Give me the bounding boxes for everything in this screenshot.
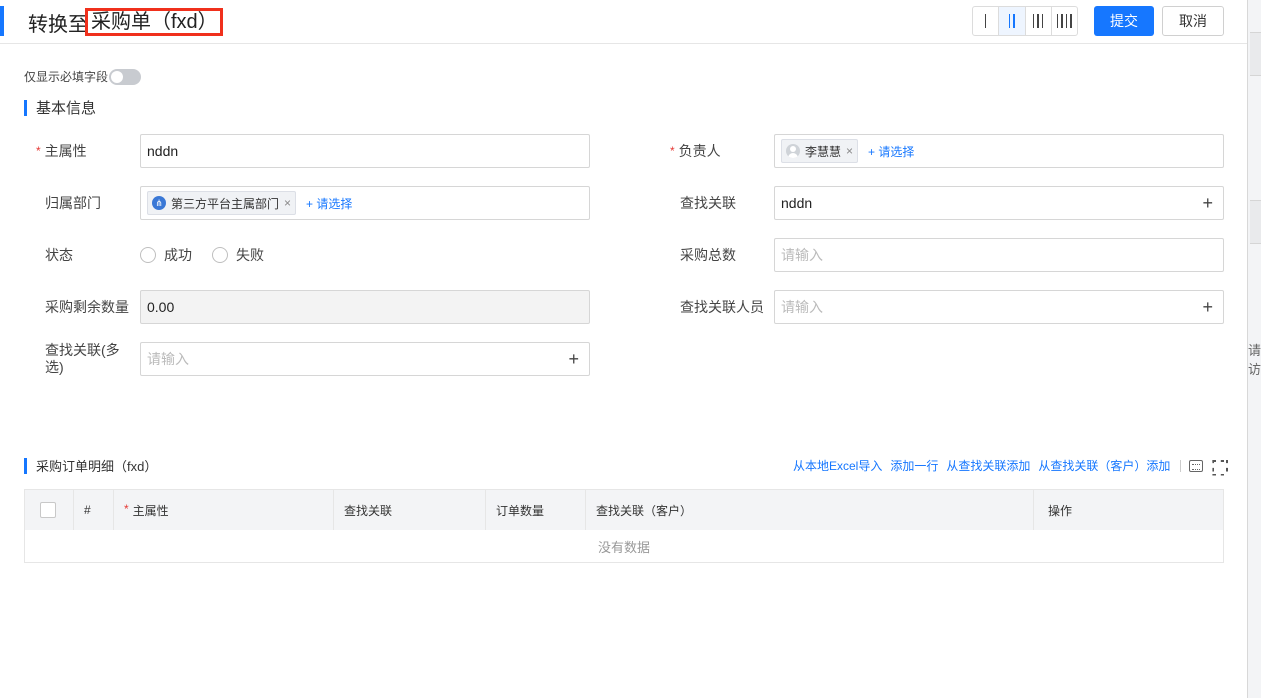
four-column-icon xyxy=(1056,14,1072,28)
basic-info-title-text: 基本信息 xyxy=(36,100,97,117)
dialog-header: 转换至 采购单（fxd） 提交 取消 xyxy=(0,0,1247,44)
title-highlight: 采购单（fxd） xyxy=(85,8,223,36)
select-all-cell xyxy=(25,490,73,530)
detail-table: # * 主属性 查找关联 订单数量 查找关联（客户） 操作 没有数据 xyxy=(24,489,1224,563)
status-fail-label[interactable]: 失败 xyxy=(236,245,264,265)
background-block xyxy=(1250,200,1261,244)
layout-1-column-button[interactable] xyxy=(973,7,1000,35)
background-text: 请访 xyxy=(1248,343,1261,377)
section-accent-bar xyxy=(24,457,27,474)
column-header-customer-lookup: 查找关联（客户） xyxy=(585,490,1033,530)
remaining-label: 采购剩余数量 xyxy=(45,299,129,315)
dept-select-link[interactable]: + 请选择 xyxy=(306,195,352,212)
column-header-main-attr: * 主属性 xyxy=(113,490,333,530)
required-only-toggle-row: 仅显示必填字段 xyxy=(24,68,142,85)
dept-label: 归属部门 xyxy=(45,195,101,211)
owner-tag-text: 李慧慧 xyxy=(805,144,842,159)
layout-switcher xyxy=(972,6,1078,36)
layout-3-column-button[interactable] xyxy=(1026,7,1052,35)
lookup-multi-label-line2: 选) xyxy=(45,359,64,375)
lookup-value: nddn xyxy=(781,195,813,211)
status-success-radio[interactable] xyxy=(140,247,156,263)
lookup-multi-label-line1: 查找关联(多 xyxy=(45,342,120,358)
one-column-icon xyxy=(984,14,987,28)
add-from-lookup-link[interactable]: 从查找关联添加 xyxy=(946,457,1030,474)
remove-tag-icon[interactable]: × xyxy=(846,144,853,158)
status-fail-radio[interactable] xyxy=(212,247,228,263)
lookup-multi-field[interactable]: 请输入 + xyxy=(140,342,590,376)
lookup-multi-label: 查找关联(多 选) xyxy=(45,342,120,376)
layout-2-column-button[interactable] xyxy=(999,7,1026,35)
owner-select-link[interactable]: + 请选择 xyxy=(868,143,914,160)
plus-icon[interactable]: + xyxy=(568,350,579,368)
detail-title-text: 采购订单明细（fxd） xyxy=(36,459,158,474)
owner-tag: 李慧慧 × xyxy=(781,139,859,163)
column-header-lookup: 查找关联 xyxy=(333,490,485,530)
owner-field[interactable]: 李慧慧 × + 请选择 xyxy=(774,134,1224,168)
plus-icon[interactable]: + xyxy=(1202,298,1213,316)
lookup-person-placeholder: 请输入 xyxy=(781,299,823,315)
empty-state: 没有数据 xyxy=(597,539,650,555)
owner-label-text: 负责人 xyxy=(678,143,721,159)
basic-info-section-title: 基本信息 xyxy=(24,97,96,118)
section-accent-bar xyxy=(24,99,27,116)
purchase-total-input[interactable]: 请输入 xyxy=(774,238,1224,272)
main-attr-label: * 主属性 xyxy=(36,142,87,161)
remaining-input: 0.00 xyxy=(140,290,590,324)
purchase-total-label: 采购总数 xyxy=(680,247,736,263)
main-attr-value: nddn xyxy=(147,143,179,159)
required-only-switch[interactable] xyxy=(109,68,142,85)
status-radio-group: 成功 失败 xyxy=(140,245,264,265)
add-from-customer-lookup-link[interactable]: 从查找关联（客户）添加 xyxy=(1038,457,1170,474)
remove-tag-icon[interactable]: × xyxy=(284,196,291,210)
fullscreen-icon[interactable] xyxy=(1211,460,1225,472)
two-column-icon xyxy=(1008,14,1015,28)
lookup-field[interactable]: nddn + xyxy=(774,186,1224,220)
table-header: # * 主属性 查找关联 订单数量 查找关联（客户） 操作 xyxy=(25,490,1223,530)
lookup-label: 查找关联 xyxy=(680,195,736,211)
required-asterisk: * xyxy=(670,144,675,158)
lookup-multi-placeholder: 请输入 xyxy=(147,351,189,367)
org-chart-icon: ⋔ xyxy=(152,196,166,210)
submit-button[interactable]: 提交 xyxy=(1094,6,1154,36)
cancel-button[interactable]: 取消 xyxy=(1162,6,1224,36)
header-accent-bar xyxy=(0,6,4,36)
status-label: 状态 xyxy=(45,247,73,263)
lookup-person-label: 查找关联人员 xyxy=(680,299,764,315)
dept-tag-text: 第三方平台主属部门 xyxy=(171,196,280,211)
background-page-strip: 请访 xyxy=(1247,0,1261,698)
dept-field[interactable]: ⋔ 第三方平台主属部门 × + 请选择 xyxy=(140,186,590,220)
avatar-icon xyxy=(786,144,800,158)
column-header-index: # xyxy=(73,490,113,530)
required-asterisk: * xyxy=(124,502,129,516)
page: 转换至 采购单（fxd） 提交 取消 仅显示必填字段 基本信息 * 主属性 nd… xyxy=(0,0,1261,698)
background-block xyxy=(1250,32,1261,76)
lookup-person-field[interactable]: 请输入 + xyxy=(774,290,1224,324)
title-prefix: 转换至 xyxy=(28,14,88,36)
owner-label: * 负责人 xyxy=(670,142,721,161)
import-excel-link[interactable]: 从本地Excel导入 xyxy=(793,457,882,474)
detail-actions: 从本地Excel导入 添加一行 从查找关联添加 从查找关联（客户）添加 xyxy=(793,457,1233,474)
keyboard-icon[interactable] xyxy=(1189,459,1204,472)
required-asterisk: * xyxy=(36,144,41,158)
column-header-actions: 操作 xyxy=(1033,490,1223,530)
column-header-main-attr-text: 主属性 xyxy=(132,503,169,518)
required-only-label: 仅显示必填字段 xyxy=(24,70,109,84)
page-title: 转换至 采购单（fxd） xyxy=(28,8,226,37)
three-column-icon xyxy=(1032,14,1044,28)
status-success-label[interactable]: 成功 xyxy=(164,245,192,265)
purchase-total-placeholder: 请输入 xyxy=(781,247,823,263)
detail-section-title: 采购订单明细（fxd） xyxy=(24,456,157,475)
plus-icon[interactable]: + xyxy=(1202,194,1213,212)
form-dialog: 转换至 采购单（fxd） 提交 取消 仅显示必填字段 基本信息 * 主属性 nd… xyxy=(0,0,1247,698)
layout-4-column-button[interactable] xyxy=(1052,7,1077,35)
remaining-value: 0.00 xyxy=(147,299,175,315)
main-attr-label-text: 主属性 xyxy=(44,143,87,159)
divider xyxy=(1180,459,1182,472)
add-row-link[interactable]: 添加一行 xyxy=(890,457,938,474)
main-attr-input[interactable]: nddn xyxy=(140,134,590,168)
select-all-checkbox[interactable] xyxy=(40,502,56,518)
column-header-order-qty: 订单数量 xyxy=(485,490,585,530)
dept-tag: ⋔ 第三方平台主属部门 × xyxy=(147,191,297,215)
